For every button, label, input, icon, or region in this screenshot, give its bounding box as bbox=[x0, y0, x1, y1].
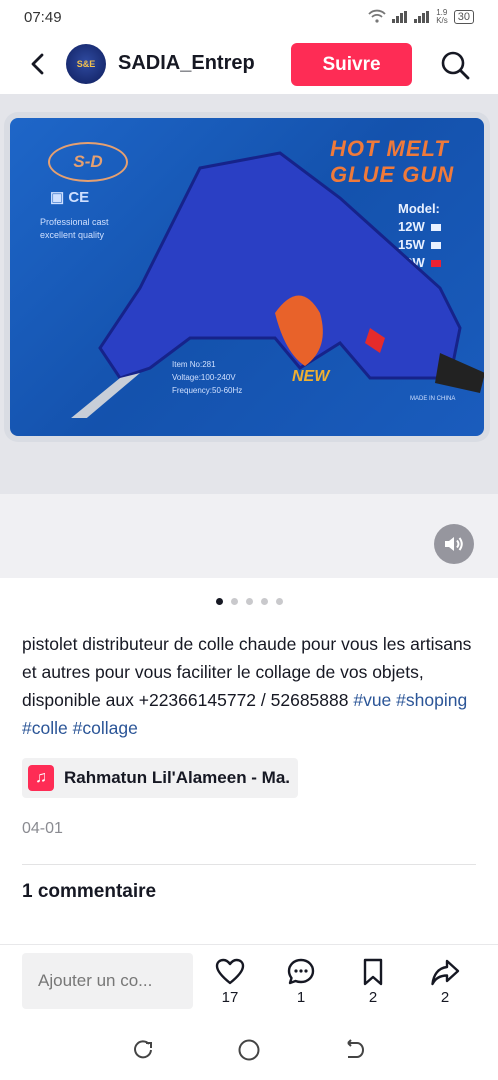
hashtag[interactable]: #collage bbox=[73, 718, 138, 738]
carousel-dot[interactable] bbox=[275, 598, 283, 605]
sound-button[interactable] bbox=[434, 524, 474, 564]
carousel-dot[interactable] bbox=[215, 598, 223, 605]
save-button[interactable]: 2 bbox=[353, 957, 393, 1006]
hashtag[interactable]: #vue bbox=[353, 690, 391, 710]
avatar-text: S&E bbox=[76, 59, 96, 69]
hashtag[interactable]: #colle bbox=[22, 718, 68, 738]
status-icons: 1.9 K/s 30 bbox=[368, 9, 474, 26]
post-date: 04-01 bbox=[22, 820, 63, 837]
share-button[interactable]: 2 bbox=[425, 957, 465, 1006]
item-no: Item No:281 bbox=[172, 360, 216, 369]
product-image: S-D ▣ CE Professional cast excellent qua… bbox=[10, 118, 484, 436]
carousel-dot[interactable] bbox=[260, 598, 268, 605]
status-bar: 07:49 1.9 K/s 30 bbox=[0, 0, 498, 34]
network-speed: 1.9 K/s bbox=[436, 8, 448, 25]
music-title: Rahmatun Lil'Alameen - Ma. bbox=[64, 768, 291, 787]
recents-icon[interactable] bbox=[131, 1038, 155, 1062]
comment-count: 1 bbox=[296, 989, 306, 1006]
divider bbox=[22, 864, 476, 865]
carousel-dot[interactable] bbox=[230, 598, 238, 605]
status-time: 07:49 bbox=[24, 8, 62, 26]
made-in: MADE IN CHINA bbox=[410, 396, 456, 402]
like-button[interactable]: 17 bbox=[210, 957, 250, 1006]
wifi-icon bbox=[368, 9, 386, 26]
home-icon[interactable] bbox=[237, 1038, 261, 1062]
signal-icon-2 bbox=[414, 11, 430, 23]
speaker-icon bbox=[445, 537, 463, 551]
username[interactable]: SADIA_Entrep bbox=[118, 52, 255, 75]
carousel-dot[interactable] bbox=[245, 598, 253, 605]
comment-button[interactable]: 1 bbox=[281, 957, 321, 1006]
frequency: Frequency:50-60Hz bbox=[172, 386, 243, 395]
new-badge: NEW bbox=[292, 368, 330, 385]
bottom-action-bar: 17 1 2 2 bbox=[0, 944, 498, 1021]
share-arrow-icon bbox=[431, 959, 460, 986]
system-nav-bar bbox=[0, 1020, 498, 1080]
top-bar: S&E SADIA_Entrep Suivre bbox=[0, 34, 498, 94]
avatar[interactable]: S&E bbox=[66, 44, 106, 84]
bookmark-icon bbox=[363, 958, 383, 986]
heart-icon bbox=[215, 958, 245, 985]
music-chip[interactable]: ♫ Rahmatun Lil'Alameen - Ma. bbox=[22, 758, 299, 798]
share-count: 2 bbox=[440, 989, 450, 1006]
media-carousel[interactable]: S-D ▣ CE Professional cast excellent qua… bbox=[0, 94, 498, 578]
product-specs: Item No:281 Voltage:100-240V Frequency:5… bbox=[172, 358, 242, 397]
comment-input[interactable] bbox=[22, 953, 193, 1009]
glue-gun-illustration bbox=[71, 151, 484, 418]
back-icon[interactable] bbox=[343, 1038, 367, 1062]
hashtag[interactable]: #shoping bbox=[396, 690, 467, 710]
battery-icon: 30 bbox=[453, 10, 474, 24]
comments-heading: 1 commentaire bbox=[22, 881, 157, 902]
follow-button[interactable]: Suivre bbox=[291, 43, 412, 86]
like-count: 17 bbox=[221, 989, 239, 1006]
carousel-indicator bbox=[0, 598, 498, 605]
search-icon[interactable] bbox=[440, 50, 470, 80]
post-description: pistolet distributeur de colle chaude po… bbox=[22, 630, 478, 742]
save-count: 2 bbox=[368, 989, 378, 1006]
back-arrow-icon[interactable] bbox=[26, 52, 50, 76]
comment-icon bbox=[287, 958, 315, 985]
signal-icon bbox=[392, 11, 408, 23]
voltage: Voltage:100-240V bbox=[172, 373, 236, 382]
music-note-icon: ♫ bbox=[28, 765, 54, 791]
